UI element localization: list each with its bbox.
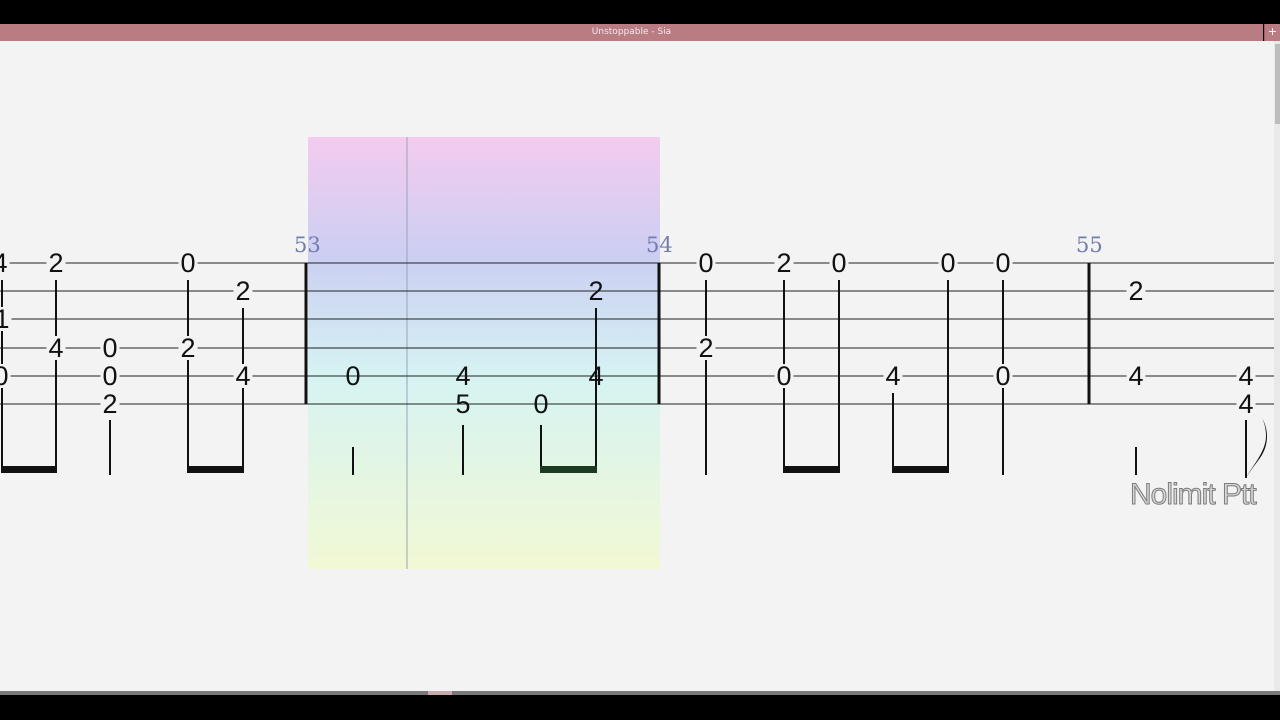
fret-number: 0 (102, 361, 117, 391)
vertical-scrollbar[interactable] (1274, 41, 1280, 691)
tablature-svg: 53 54 55 2 1 4 0 0 0 2 0 2 2 4 0 4 5 0 2… (0, 137, 1276, 569)
fret-number: 4 (588, 361, 603, 391)
fret-number: 0 (345, 361, 360, 391)
fret-number: 2 (588, 276, 603, 306)
note-flag (1246, 418, 1267, 478)
fret-number: 2 (698, 333, 713, 363)
fret-number: 4 (1238, 389, 1253, 419)
fret-number: 2 (102, 389, 117, 419)
watermark-text: Nolimit Ptt (1130, 478, 1258, 512)
fret-number: 2 (48, 248, 63, 278)
window-title-bar: Unstoppable - Sia (0, 24, 1263, 41)
fret-number: 5 (455, 389, 470, 419)
fret-number: 4 (885, 361, 900, 391)
fret-number: 0 (180, 248, 195, 278)
tablature-canvas[interactable]: 53 54 55 2 1 4 0 0 0 2 0 2 2 4 0 4 5 0 2… (0, 41, 1280, 691)
measure-number: 54 (646, 233, 673, 257)
fret-number: 0 (698, 248, 713, 278)
fret-number: 0 (995, 248, 1010, 278)
fret-number: 0 (940, 248, 955, 278)
fret-number: 4 (235, 361, 250, 391)
horizontal-scrollbar[interactable] (0, 691, 1280, 695)
fret-number: 4 (455, 361, 470, 391)
window-title: Unstoppable - Sia (591, 27, 672, 37)
fret-number: 4 (48, 333, 63, 363)
fret-number: 2 (235, 276, 250, 306)
fret-number: 4 (1128, 361, 1143, 391)
playback-selection-highlight (308, 137, 660, 569)
fret-number: 2 (1128, 276, 1143, 306)
fret-number: 0 (0, 361, 9, 391)
fret-number: 0 (776, 361, 791, 391)
fret-number: 0 (533, 389, 548, 419)
measure-number: 53 (294, 233, 321, 257)
fret-number: 1 (0, 304, 10, 334)
fret-number: 2 (776, 248, 791, 278)
vertical-scrollbar-thumb[interactable] (1275, 44, 1280, 124)
fret-number: 4 (0, 248, 8, 278)
fret-number: 2 (180, 333, 195, 363)
fret-number: 4 (1238, 361, 1253, 391)
measure-number: 55 (1076, 233, 1103, 257)
add-tab-button[interactable]: + (1264, 24, 1280, 41)
fret-number: 0 (831, 248, 846, 278)
horizontal-scrollbar-thumb[interactable] (428, 691, 452, 695)
fret-number: 0 (102, 333, 117, 363)
fret-number: 0 (995, 361, 1010, 391)
